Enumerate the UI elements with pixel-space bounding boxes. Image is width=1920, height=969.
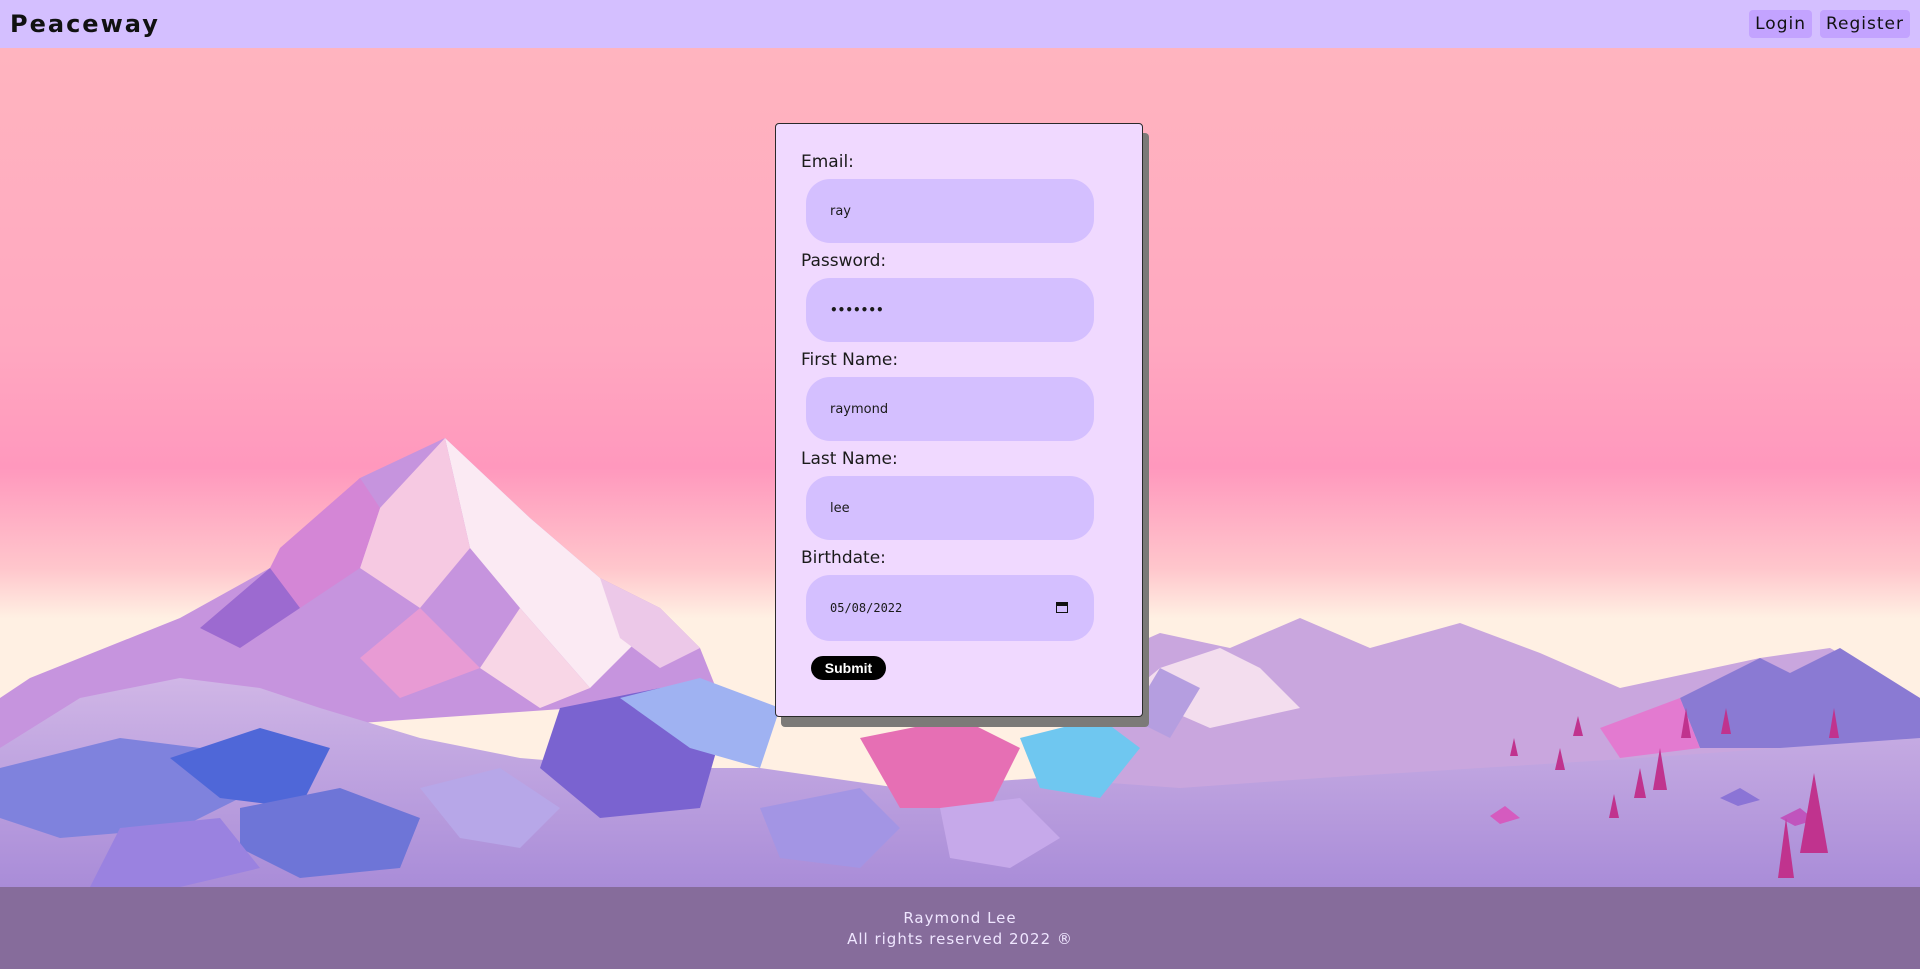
birthdate-field[interactable]: 05/08/2022 bbox=[806, 575, 1094, 641]
first-name-field[interactable]: raymond bbox=[806, 377, 1094, 441]
last-name-label: Last Name: bbox=[801, 449, 898, 469]
top-navbar: Peaceway Login Register bbox=[0, 0, 1920, 48]
register-button[interactable]: Register bbox=[1820, 10, 1910, 38]
email-value: ray bbox=[830, 203, 852, 219]
submit-button[interactable]: Submit bbox=[811, 656, 886, 680]
password-value: ••••••• bbox=[830, 303, 884, 317]
password-field[interactable]: ••••••• bbox=[806, 278, 1094, 342]
first-name-label: First Name: bbox=[801, 350, 899, 370]
email-field[interactable]: ray bbox=[806, 179, 1094, 243]
register-form-card: Email: ray Password: ••••••• First Name:… bbox=[775, 123, 1143, 717]
email-label: Email: bbox=[801, 152, 854, 172]
first-name-value: raymond bbox=[830, 401, 889, 417]
nav-links: Login Register bbox=[1749, 10, 1910, 38]
footer-copyright: All rights reserved 2022 ® bbox=[847, 930, 1073, 948]
page-footer: Raymond Lee All rights reserved 2022 ® bbox=[0, 887, 1920, 969]
calendar-icon[interactable] bbox=[1055, 601, 1068, 613]
birthdate-value: 05/08/2022 bbox=[830, 601, 903, 615]
last-name-value: lee bbox=[830, 500, 850, 516]
birthdate-label: Birthdate: bbox=[801, 548, 886, 568]
password-label: Password: bbox=[801, 251, 887, 271]
brand-logo-text[interactable]: Peaceway bbox=[10, 10, 160, 38]
login-button[interactable]: Login bbox=[1749, 10, 1812, 38]
last-name-field[interactable]: lee bbox=[806, 476, 1094, 540]
footer-author: Raymond Lee bbox=[903, 909, 1017, 927]
